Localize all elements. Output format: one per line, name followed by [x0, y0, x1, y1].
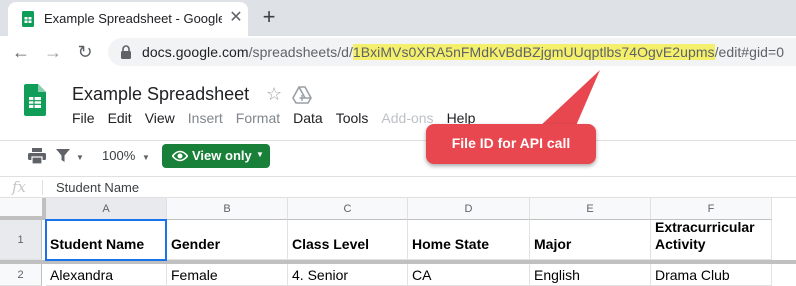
column-header-b[interactable]: B — [167, 198, 288, 220]
document-title[interactable]: Example Spreadsheet — [72, 84, 249, 105]
menu-bar: File Edit View Insert Format Data Tools … — [72, 110, 488, 130]
reload-icon[interactable]: ↻ — [74, 41, 96, 63]
menu-insert[interactable]: Insert — [188, 110, 223, 130]
fx-icon: fx — [12, 178, 27, 196]
active-cell-selection — [45, 219, 167, 261]
close-tab-icon[interactable]: ✕ — [228, 10, 244, 26]
browser-tab-strip: Example Spreadsheet - Google S ✕ + — [0, 0, 796, 36]
column-header-a[interactable]: A — [46, 198, 167, 220]
cell-a2[interactable]: Alexandra — [46, 264, 167, 286]
sheets-logo-icon[interactable] — [24, 84, 46, 116]
menu-data[interactable]: Data — [293, 110, 323, 130]
address-bar[interactable]: docs.google.com/spreadsheets/d/1BxiMVs0X… — [108, 38, 796, 66]
forward-arrow-icon[interactable]: → — [42, 41, 64, 63]
row-header-1[interactable]: 1 — [0, 220, 42, 260]
sheets-favicon-icon — [22, 11, 34, 27]
view-only-button[interactable]: View only ▼ — [162, 144, 270, 168]
formula-divider — [42, 180, 43, 195]
zoom-select[interactable]: 100% — [102, 148, 135, 163]
formula-bar: fx Student Name — [0, 176, 796, 198]
browser-toolbar: ← → ↻ docs.google.com/spreadsheets/d/1Bx… — [0, 36, 796, 68]
url-file-id: 1BxiMVs0XRA5nFMdKvBdBZjgmUUqptlbs74OgvE2… — [352, 44, 715, 60]
filter-chevron-down-icon[interactable]: ▼ — [76, 153, 84, 162]
menu-view[interactable]: View — [145, 110, 175, 130]
spreadsheet-grid: A B C D E F 1 2 Student Name Gender Clas… — [0, 198, 796, 286]
column-header-d[interactable]: D — [408, 198, 530, 220]
cell-f1[interactable]: Extracurricular Activity — [651, 220, 772, 260]
format-toolbar: ▼ 100% ▼ View only ▼ — [0, 140, 796, 172]
column-header-f[interactable]: F — [651, 198, 772, 220]
move-to-drive-icon[interactable] — [292, 86, 312, 104]
url-path-prefix: /spreadsheets/d/ — [248, 44, 353, 60]
tab-title: Example Spreadsheet - Google S — [44, 11, 222, 26]
menu-format[interactable]: Format — [236, 110, 280, 130]
file-id-callout: File ID for API call — [426, 124, 596, 164]
url-text: docs.google.com/spreadsheets/d/1BxiMVs0X… — [142, 44, 784, 60]
cell-e2[interactable]: English — [530, 264, 651, 286]
select-all-corner[interactable] — [0, 198, 46, 220]
callout-text: File ID for API call — [451, 135, 571, 151]
cell-b1[interactable]: Gender — [167, 220, 288, 260]
cell-d1[interactable]: Home State — [408, 220, 530, 260]
url-path-suffix: /edit#gid=0 — [714, 44, 785, 60]
new-tab-button[interactable]: + — [258, 6, 280, 28]
url-host: docs.google.com — [142, 44, 249, 60]
column-header-e[interactable]: E — [530, 198, 651, 220]
eye-icon — [172, 150, 188, 162]
print-icon[interactable] — [28, 148, 46, 164]
menu-file[interactable]: File — [72, 110, 95, 130]
cell-d2[interactable]: CA — [408, 264, 530, 286]
row-header-2[interactable]: 2 — [0, 264, 42, 286]
zoom-chevron-down-icon[interactable]: ▼ — [142, 153, 150, 162]
menu-tools[interactable]: Tools — [336, 110, 369, 130]
back-arrow-icon[interactable]: ← — [10, 41, 32, 63]
star-icon[interactable]: ☆ — [266, 84, 282, 105]
browser-tab[interactable]: Example Spreadsheet - Google S ✕ — [8, 2, 248, 36]
cell-b2[interactable]: Female — [167, 264, 288, 286]
cell-c2[interactable]: 4. Senior — [288, 264, 408, 286]
filter-icon[interactable] — [56, 149, 70, 163]
cell-c1[interactable]: Class Level — [288, 220, 408, 260]
cell-f2[interactable]: Drama Club — [651, 264, 772, 286]
menu-edit[interactable]: Edit — [108, 110, 132, 130]
chevron-down-icon: ▼ — [256, 150, 264, 159]
view-only-label: View only — [192, 148, 252, 163]
column-header-c[interactable]: C — [288, 198, 408, 220]
menu-add-ons[interactable]: Add-ons — [381, 110, 433, 130]
formula-input[interactable]: Student Name — [56, 180, 139, 195]
lock-icon[interactable] — [120, 45, 132, 59]
cell-e1[interactable]: Major — [530, 220, 651, 260]
